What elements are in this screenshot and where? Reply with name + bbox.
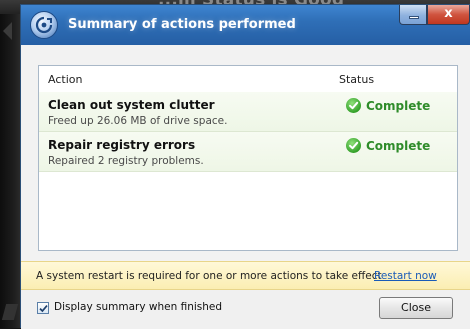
action-detail: Repaired 2 registry problems. <box>48 155 204 167</box>
close-window-button[interactable]: x <box>427 5 470 25</box>
back-arrow-icon <box>3 22 12 40</box>
status-label: Complete <box>366 99 431 113</box>
close-icon: x <box>444 6 453 21</box>
status-label: Complete <box>366 139 431 153</box>
display-summary-checkbox[interactable] <box>37 302 49 314</box>
list-item[interactable]: Clean out system clutter Freed up 26.06 … <box>39 92 457 132</box>
restart-now-link[interactable]: Restart now <box>374 270 437 282</box>
background-left-edge <box>0 14 20 328</box>
actions-list: Action Status Clean out system clutter F… <box>38 65 458 251</box>
action-title: Clean out system clutter <box>48 98 215 112</box>
title-bar[interactable]: Summary of actions performed x <box>21 5 470 45</box>
close-button[interactable]: Close <box>379 297 453 319</box>
restart-notice-text: A system restart is required for one or … <box>36 270 382 282</box>
minimize-button[interactable] <box>399 5 427 25</box>
list-item[interactable]: Repair registry errors Repaired 2 regist… <box>39 132 457 172</box>
restart-notice: A system restart is required for one or … <box>21 261 470 290</box>
action-title: Repair registry errors <box>48 138 196 152</box>
column-header-action: Action <box>48 73 83 86</box>
dialog-title: Summary of actions performed <box>68 17 296 32</box>
app-logo-icon <box>30 11 58 39</box>
action-detail: Freed up 26.06 MB of drive space. <box>48 115 228 127</box>
check-icon <box>346 98 361 113</box>
display-summary-label[interactable]: Display summary when finished <box>54 301 222 313</box>
background-mark <box>1 304 19 320</box>
dialog-footer: Display summary when finished Close <box>21 290 470 329</box>
summary-dialog: Summary of actions performed x Action St… <box>20 4 470 329</box>
check-icon <box>346 138 361 153</box>
list-header: Action Status <box>39 66 457 93</box>
column-header-status: Status <box>339 73 375 86</box>
